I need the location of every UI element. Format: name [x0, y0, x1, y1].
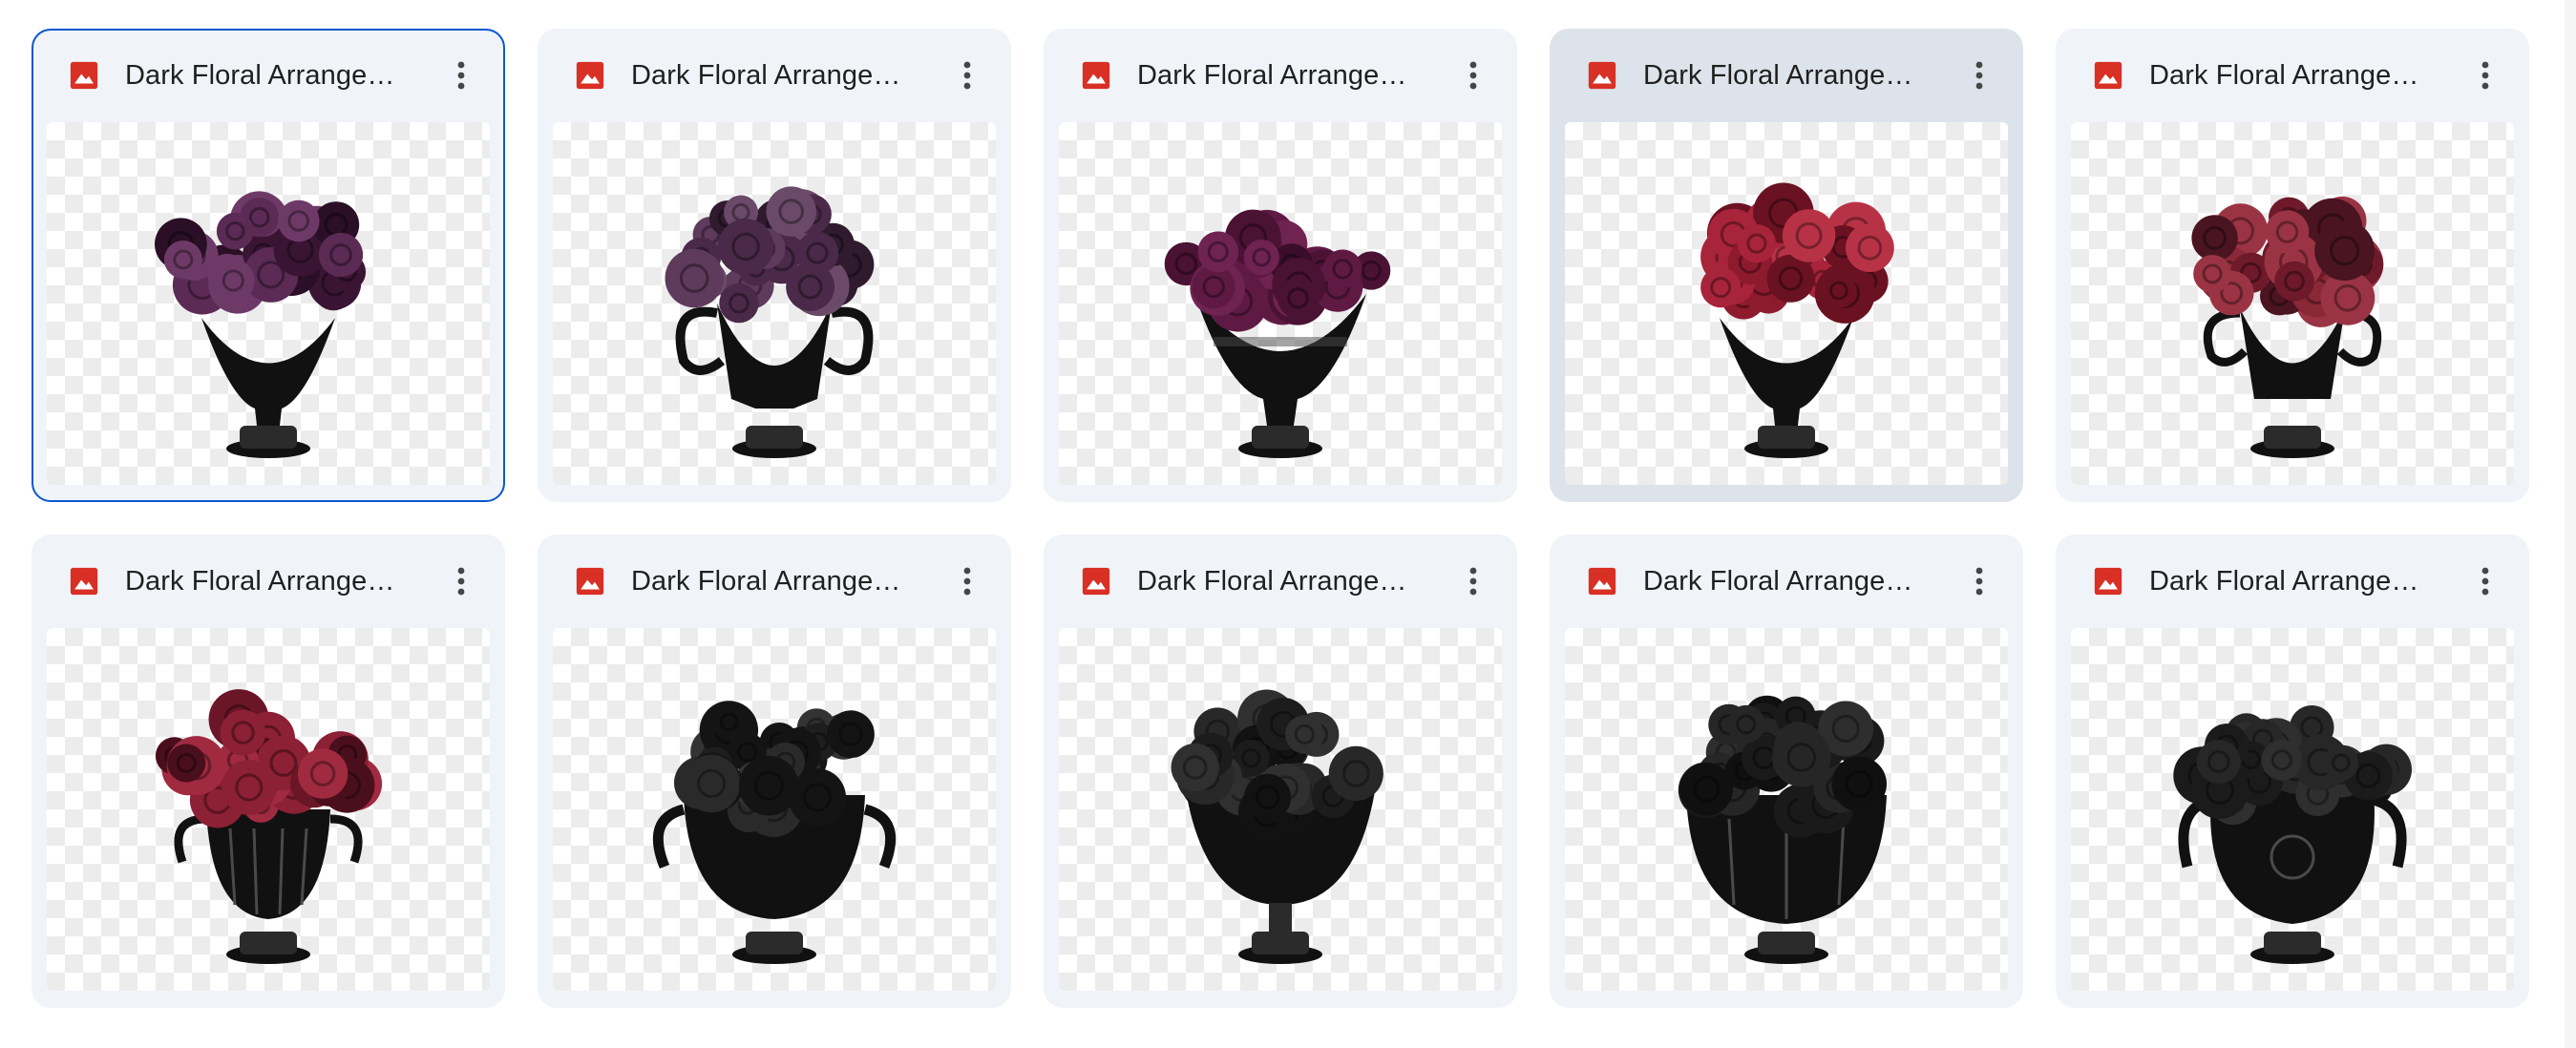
file-name: Dark Floral Arrangem...: [1137, 565, 1424, 597]
file-name: Dark Floral Arrangem...: [2149, 59, 2436, 91]
arrangement-image: [1700, 182, 1894, 458]
more-vert-icon: [1975, 567, 1983, 596]
thumbnail-image: [1700, 182, 1894, 458]
arrangement-image: [155, 689, 383, 964]
arrangement-image: [1164, 209, 1391, 458]
file-card-header: Dark Floral Arrangem...: [32, 534, 505, 628]
image-file-icon: [1080, 565, 1112, 597]
file-name: Dark Floral Arrangem...: [1137, 59, 1424, 91]
thumbnail-image: [1164, 209, 1391, 458]
more-vert-icon: [963, 567, 971, 596]
more-vert-icon: [2481, 567, 2489, 596]
file-name: Dark Floral Arrangem...: [631, 59, 918, 91]
file-card[interactable]: Dark Floral Arrangem...: [538, 29, 1011, 502]
file-card-header: Dark Floral Arrangem...: [1044, 29, 1517, 122]
file-card-header: Dark Floral Arrangem...: [2056, 29, 2529, 122]
file-name: Dark Floral Arrangem...: [125, 59, 412, 91]
file-card[interactable]: Dark Floral Arrangem...: [2056, 29, 2529, 502]
file-grid: Dark Floral Arrangem... Dark Floral Arran…: [32, 29, 2529, 1008]
file-card-header: Dark Floral Arrangem...: [538, 534, 1011, 628]
file-thumbnail[interactable]: [2071, 122, 2514, 485]
image-file-icon: [1586, 565, 1618, 597]
arrangement-image: [1171, 689, 1383, 964]
more-actions-button[interactable]: [1956, 558, 2002, 604]
image-file-icon: [574, 59, 606, 92]
file-card-header: Dark Floral Arrangem...: [2056, 534, 2529, 628]
image-file-icon: [68, 565, 100, 597]
more-actions-button[interactable]: [2462, 52, 2508, 98]
file-name: Dark Floral Arrangem...: [1643, 59, 1930, 91]
more-actions-button[interactable]: [2462, 558, 2508, 604]
more-vert-icon: [1469, 61, 1477, 90]
file-thumbnail[interactable]: [2071, 628, 2514, 991]
file-thumbnail[interactable]: [1565, 628, 2008, 991]
arrangement-image: [1678, 695, 1887, 964]
image-file-icon: [1586, 59, 1618, 92]
file-card-header: Dark Floral Arrangem...: [1044, 534, 1517, 628]
file-thumbnail[interactable]: [47, 628, 490, 991]
more-vert-icon: [1469, 567, 1477, 596]
more-actions-button[interactable]: [944, 558, 990, 604]
file-card[interactable]: Dark Floral Arrangem...: [1550, 534, 2023, 1008]
file-card[interactable]: Dark Floral Arrangem...: [538, 534, 1011, 1008]
arrangement-image: [2173, 705, 2412, 964]
image-file-icon: [1080, 59, 1112, 92]
more-actions-button[interactable]: [1956, 52, 2002, 98]
file-card[interactable]: Dark Floral Arrangem...: [1044, 29, 1517, 502]
arrangement-image: [2191, 196, 2384, 458]
image-file-icon: [2092, 565, 2124, 597]
file-card[interactable]: Dark Floral Arrangem...: [1550, 29, 2023, 502]
arrangement-image: [652, 701, 897, 964]
file-thumbnail[interactable]: [1059, 628, 1502, 991]
more-actions-button[interactable]: [944, 52, 990, 98]
file-card-header: Dark Floral Arrangem...: [538, 29, 1011, 122]
file-name: Dark Floral Arrangem...: [631, 565, 918, 597]
arrangement-image: [665, 186, 875, 458]
file-thumbnail[interactable]: [553, 628, 996, 991]
arrangement-image: [155, 191, 367, 458]
more-vert-icon: [2481, 61, 2489, 90]
image-file-icon: [2092, 59, 2124, 92]
file-name: Dark Floral Arrangem...: [125, 565, 412, 597]
more-actions-button[interactable]: [438, 52, 484, 98]
file-card-header: Dark Floral Arrangem...: [1550, 29, 2023, 122]
more-vert-icon: [1975, 61, 1983, 90]
file-card-header: Dark Floral Arrangem...: [1550, 534, 2023, 628]
image-file-icon: [68, 59, 100, 92]
more-actions-button[interactable]: [1450, 558, 1496, 604]
file-card[interactable]: Dark Floral Arrangem...: [32, 29, 505, 502]
file-name: Dark Floral Arrangem...: [1643, 565, 1930, 597]
file-card[interactable]: Dark Floral Arrangem...: [2056, 534, 2529, 1008]
file-card-header: Dark Floral Arrangem...: [33, 31, 503, 122]
thumbnail-image: [665, 186, 875, 458]
thumbnail-image: [155, 689, 383, 964]
thumbnail-image: [2191, 196, 2384, 458]
thumbnail-image: [652, 701, 897, 964]
file-thumbnail[interactable]: [1565, 122, 2008, 485]
thumbnail-image: [1171, 689, 1383, 964]
more-actions-button[interactable]: [1450, 52, 1496, 98]
more-actions-button[interactable]: [438, 558, 484, 604]
image-file-icon: [574, 565, 606, 597]
more-vert-icon: [963, 61, 971, 90]
more-vert-icon: [457, 61, 465, 90]
thumbnail-image: [1678, 695, 1887, 964]
file-thumbnail[interactable]: [1059, 122, 1502, 485]
file-card[interactable]: Dark Floral Arrangem...: [32, 534, 505, 1008]
scrollbar[interactable]: [2565, 0, 2576, 1048]
file-name: Dark Floral Arrangem...: [2149, 565, 2436, 597]
more-vert-icon: [457, 567, 465, 596]
thumbnail-image: [2173, 705, 2412, 964]
file-card[interactable]: Dark Floral Arrangem...: [1044, 534, 1517, 1008]
thumbnail-image: [155, 191, 367, 458]
file-thumbnail[interactable]: [47, 122, 490, 485]
file-thumbnail[interactable]: [553, 122, 996, 485]
